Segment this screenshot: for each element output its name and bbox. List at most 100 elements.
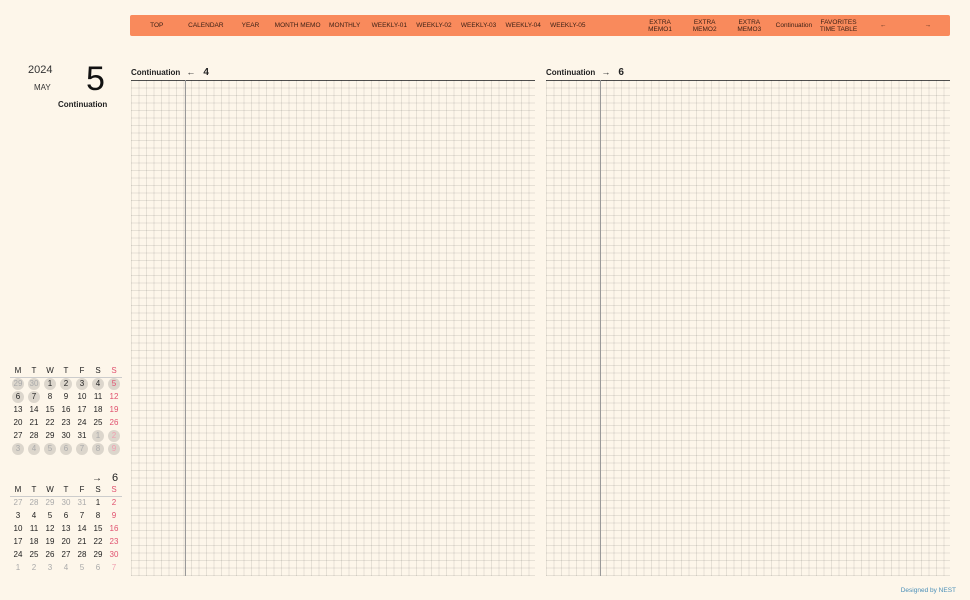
calendar-day[interactable]: 16 <box>106 522 122 535</box>
calendar-day[interactable]: 10 <box>74 390 90 403</box>
nav-item[interactable]: WEEKLY-01 <box>367 22 412 29</box>
calendar-day[interactable]: 4 <box>26 509 42 522</box>
nav-item[interactable]: WEEKLY-04 <box>501 22 546 29</box>
calendar-day[interactable]: 19 <box>106 403 122 416</box>
next-page-arrow-icon[interactable]: → <box>601 67 610 77</box>
calendar-day[interactable]: 3 <box>42 561 58 574</box>
calendar-day[interactable]: 18 <box>90 403 106 416</box>
next-month-arrow-icon[interactable]: → <box>92 473 102 484</box>
calendar-day[interactable]: 5 <box>42 442 58 455</box>
calendar-day[interactable]: 6 <box>58 442 74 455</box>
calendar-day[interactable]: 8 <box>90 509 106 522</box>
nav-item[interactable]: CALENDAR <box>184 22 229 29</box>
calendar-day[interactable]: 1 <box>42 377 58 390</box>
calendar-day[interactable]: 29 <box>42 429 58 442</box>
calendar-day[interactable]: 1 <box>90 429 106 442</box>
calendar-day[interactable]: 8 <box>42 390 58 403</box>
calendar-day[interactable]: 2 <box>106 496 122 509</box>
calendar-day[interactable]: 13 <box>10 403 26 416</box>
calendar-day[interactable]: 4 <box>90 377 106 390</box>
calendar-day[interactable]: 7 <box>106 561 122 574</box>
nav-item[interactable]: MONTHLY <box>322 22 367 29</box>
calendar-day[interactable]: 6 <box>10 390 26 403</box>
calendar-day[interactable]: 26 <box>106 416 122 429</box>
calendar-day[interactable]: 14 <box>74 522 90 535</box>
nav-item[interactable]: EXTRA MEMO1 <box>638 19 683 33</box>
calendar-day[interactable]: 14 <box>26 403 42 416</box>
calendar-day[interactable]: 28 <box>26 496 42 509</box>
calendar-day[interactable]: 17 <box>74 403 90 416</box>
calendar-day[interactable]: 21 <box>26 416 42 429</box>
calendar-day[interactable]: 17 <box>10 535 26 548</box>
calendar-day[interactable]: 3 <box>10 442 26 455</box>
calendar-day[interactable]: 10 <box>10 522 26 535</box>
nav-item[interactable]: WEEKLY-02 <box>412 22 457 29</box>
prev-page-number[interactable]: 4 <box>203 67 209 78</box>
calendar-day[interactable]: 26 <box>42 548 58 561</box>
calendar-day[interactable]: 2 <box>106 429 122 442</box>
calendar-day[interactable]: 5 <box>42 509 58 522</box>
nav-item[interactable]: WEEKLY-05 <box>546 22 591 29</box>
calendar-day[interactable]: 30 <box>58 429 74 442</box>
calendar-day[interactable]: 25 <box>26 548 42 561</box>
calendar-day[interactable]: 5 <box>106 377 122 390</box>
calendar-day[interactable]: 9 <box>106 509 122 522</box>
left-grid-page[interactable] <box>131 80 535 576</box>
calendar-day[interactable]: 1 <box>90 496 106 509</box>
calendar-day[interactable]: 31 <box>74 429 90 442</box>
calendar-day[interactable]: 22 <box>90 535 106 548</box>
calendar-day[interactable]: 30 <box>106 548 122 561</box>
calendar-day[interactable]: 28 <box>74 548 90 561</box>
calendar-day[interactable]: 20 <box>10 416 26 429</box>
calendar-day[interactable]: 29 <box>10 377 26 390</box>
calendar-day[interactable]: 23 <box>106 535 122 548</box>
calendar-day[interactable]: 6 <box>90 561 106 574</box>
calendar-day[interactable]: 29 <box>90 548 106 561</box>
nav-item[interactable]: WEEKLY-03 <box>456 22 501 29</box>
calendar-day[interactable]: 23 <box>58 416 74 429</box>
calendar-day[interactable]: 15 <box>42 403 58 416</box>
calendar-day[interactable]: 3 <box>10 509 26 522</box>
calendar-day[interactable]: 13 <box>58 522 74 535</box>
nav-item[interactable]: Continuation <box>772 22 817 29</box>
calendar-day[interactable]: 12 <box>42 522 58 535</box>
calendar-day[interactable]: 30 <box>26 377 42 390</box>
right-grid-page[interactable] <box>546 80 950 576</box>
nav-item[interactable]: ← <box>861 22 906 29</box>
calendar-day[interactable]: 31 <box>74 496 90 509</box>
calendar-day[interactable]: 16 <box>58 403 74 416</box>
calendar-day[interactable]: 27 <box>58 548 74 561</box>
calendar-day[interactable]: 4 <box>26 442 42 455</box>
calendar-day[interactable]: 5 <box>74 561 90 574</box>
calendar-day[interactable]: 20 <box>58 535 74 548</box>
calendar-day[interactable]: 24 <box>10 548 26 561</box>
calendar-day[interactable]: 2 <box>58 377 74 390</box>
calendar-day[interactable]: 27 <box>10 496 26 509</box>
calendar-day[interactable]: 28 <box>26 429 42 442</box>
calendar-day[interactable]: 21 <box>74 535 90 548</box>
calendar-day[interactable]: 29 <box>42 496 58 509</box>
calendar-day[interactable]: 18 <box>26 535 42 548</box>
calendar-day[interactable]: 11 <box>90 390 106 403</box>
calendar-day[interactable]: 9 <box>58 390 74 403</box>
nav-item[interactable]: MONTH MEMO <box>273 22 323 29</box>
calendar-day[interactable]: 19 <box>42 535 58 548</box>
nav-item[interactable]: → <box>905 22 950 29</box>
calendar-day[interactable]: 8 <box>90 442 106 455</box>
calendar-day[interactable]: 25 <box>90 416 106 429</box>
nav-item[interactable]: FAVORITES TIME TABLE <box>816 19 861 33</box>
prev-page-arrow-icon[interactable]: ← <box>186 67 195 77</box>
calendar-day[interactable]: 24 <box>74 416 90 429</box>
nav-item[interactable]: EXTRA MEMO3 <box>727 19 772 33</box>
calendar-day[interactable]: 7 <box>74 509 90 522</box>
nav-item[interactable]: EXTRA MEMO2 <box>682 19 727 33</box>
calendar-day[interactable]: 1 <box>10 561 26 574</box>
calendar-day[interactable]: 7 <box>74 442 90 455</box>
calendar-day[interactable]: 4 <box>58 561 74 574</box>
calendar-day[interactable]: 15 <box>90 522 106 535</box>
calendar-day[interactable]: 11 <box>26 522 42 535</box>
next-page-number[interactable]: 6 <box>618 67 624 78</box>
calendar-day[interactable]: 3 <box>74 377 90 390</box>
nav-item[interactable]: TOP <box>130 22 184 29</box>
calendar-day[interactable]: 12 <box>106 390 122 403</box>
